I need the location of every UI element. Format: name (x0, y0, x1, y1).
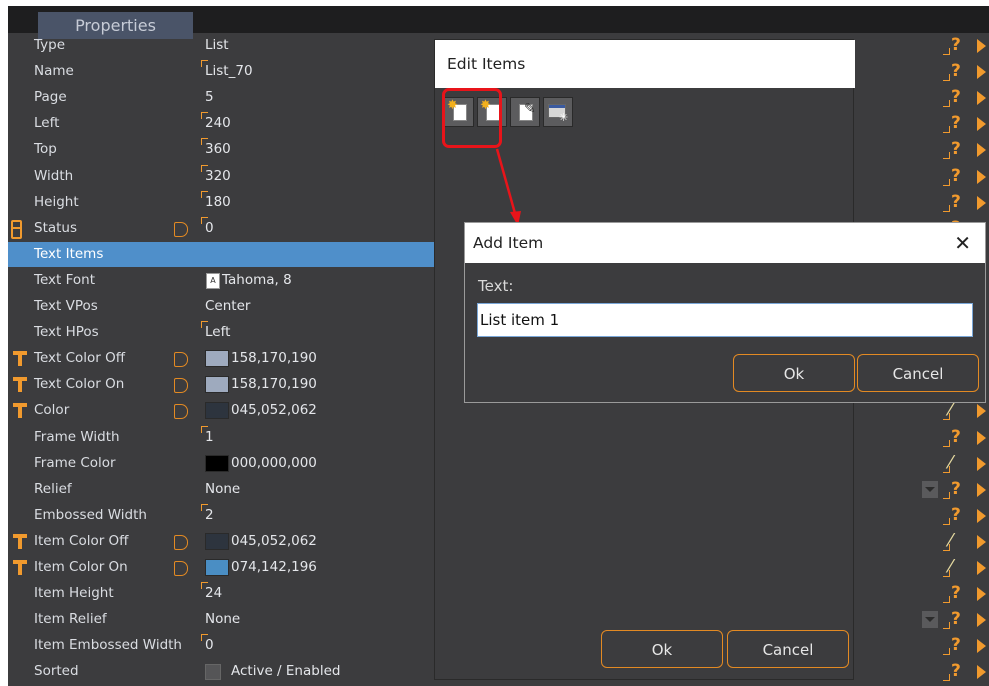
add-item-ok-button[interactable]: Ok (733, 354, 855, 392)
text-label: Text: (478, 277, 514, 295)
add-item-title: Add Item (465, 223, 985, 263)
close-icon[interactable]: ✕ (954, 223, 971, 263)
properties-window: Properties Type List? Name List_70? Page 5? Le… (0, 0, 989, 686)
item-text-input[interactable] (477, 303, 973, 337)
add-item-cancel-button[interactable]: Cancel (857, 354, 979, 392)
add-item-dialog: Add Item ✕ Text: Ok Cancel (464, 222, 986, 403)
